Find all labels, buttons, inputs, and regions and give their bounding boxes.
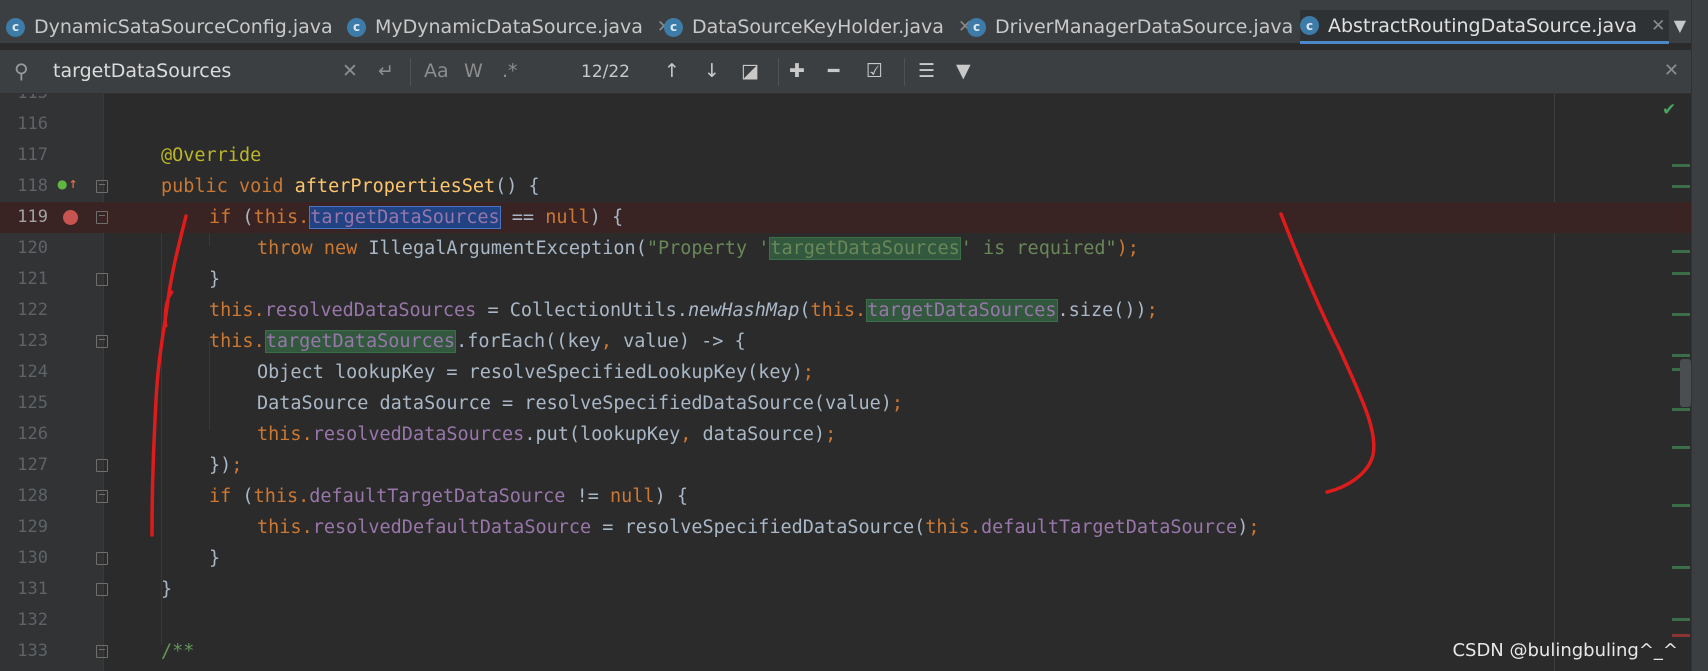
red-annotation-stroke: [150, 214, 188, 537]
red-annotation-stroke: [1279, 212, 1376, 494]
watermark: CSDN @bulingbuling^_^: [1452, 640, 1678, 661]
red-annotation-overlay: [150, 212, 1376, 537]
red-annotation-stroke: [163, 290, 174, 328]
